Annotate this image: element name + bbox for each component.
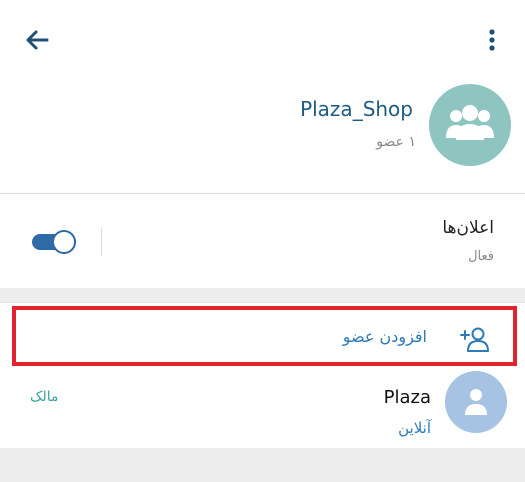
avatar[interactable] [445, 371, 507, 433]
group-avatar[interactable] [429, 84, 511, 166]
arrow-left-icon [26, 30, 49, 50]
more-options-button[interactable] [480, 24, 504, 56]
add-user-icon [460, 327, 489, 352]
notifications-toggle[interactable] [32, 230, 78, 254]
notifications-title: اعلان‌ها [442, 218, 494, 238]
member-status: آنلاین [398, 419, 431, 437]
add-member-button[interactable]: افزودن عضو [12, 306, 517, 366]
notifications-row[interactable]: اعلان‌ها فعال [0, 194, 525, 288]
member-role-badge: مالک [30, 389, 59, 405]
notifications-status: فعال [468, 249, 494, 264]
back-button[interactable] [20, 24, 54, 56]
member-count: ۱ عضو [376, 134, 416, 150]
toggle-knob [52, 230, 76, 254]
more-vertical-icon [489, 29, 495, 51]
group-title: Plaza_Shop [300, 97, 413, 121]
user-icon [465, 389, 487, 415]
divider [101, 228, 102, 256]
add-member-label: افزودن عضو [342, 327, 427, 346]
member-name[interactable]: Plaza [384, 387, 431, 408]
group-people-icon [446, 105, 494, 140]
